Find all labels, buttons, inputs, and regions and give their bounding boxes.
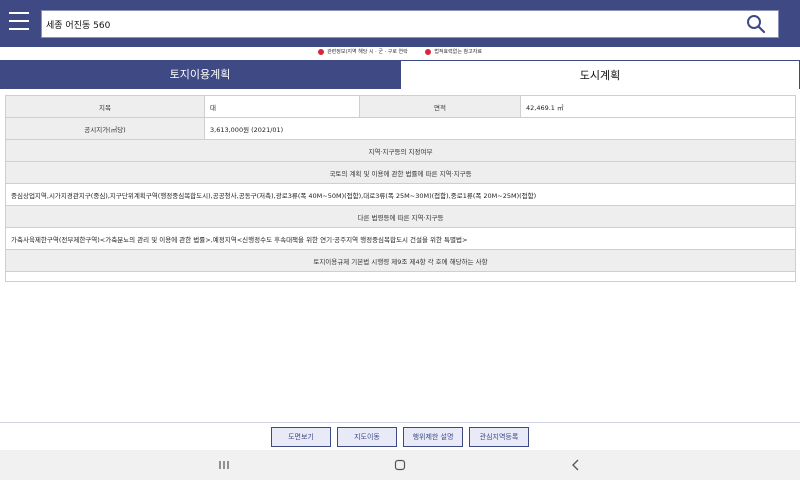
other-law-value: 가축사육제한구역(전부제한구역)<가축분뇨의 관리 및 이용에 관한 법률>,예… [5, 227, 796, 250]
interest-region-button[interactable]: 관심지역등록 [469, 427, 529, 447]
top-app-bar [0, 0, 800, 47]
exclamation-icon [318, 48, 325, 55]
system-nav-bar [0, 450, 800, 480]
enforcement-value [5, 271, 796, 282]
tab-urban-plan[interactable]: 도시계획 [400, 60, 800, 89]
other-law-header: 다른 법령등에 따른 지역·지구등 [5, 205, 796, 228]
national-law-header: 국토의 계획 및 이용에 관한 법률에 따른 지역·지구등 [5, 161, 796, 184]
notice-disclaimer: 법적효력없는 참고자료 [425, 46, 482, 58]
zoning-header: 지역·지구등의 지정여부 [5, 139, 796, 162]
home-icon[interactable] [392, 457, 408, 473]
notice-contact: 관련정보(지역 해당 시 · 군 · 구로 연락 [318, 46, 408, 58]
tab-bar: 토지이용계획 도시계획 [0, 60, 800, 89]
table-row: 가축사육제한구역(전부제한구역)<가축분뇨의 관리 및 이용에 관한 법률>,예… [5, 227, 796, 250]
price-label: 공시지가(㎡당) [5, 117, 205, 140]
bottom-action-bar: 도면보기 지도이동 행위제한 설명 관심지역등록 [0, 422, 800, 450]
search-box [41, 10, 779, 38]
exclamation-icon [425, 48, 432, 55]
table-row: 토지이용규제 기본법 시행령 제9조 제4항 각 호에 해당하는 사항 [5, 249, 796, 272]
national-law-value: 중심상업지역,시가지경관지구(중심),지구단위계획구역(행정중심복합도시),공공… [5, 183, 796, 206]
table-row: 중심상업지역,시가지경관지구(중심),지구단위계획구역(행정중심복합도시),공공… [5, 183, 796, 206]
notice-disclaimer-text: 법적효력없는 참고자료 [434, 49, 482, 55]
notice-line: 관련정보(지역 해당 시 · 군 · 구로 연락 법적효력없는 참고자료 [0, 46, 800, 58]
area-label: 면적 [359, 95, 521, 118]
search-input[interactable] [46, 14, 736, 34]
land-info-table: 지목 대 면적 42,469.1 ㎡ 공시지가(㎡당) 3,613,000원 (… [5, 95, 796, 282]
back-icon[interactable] [568, 457, 584, 473]
jimok-label: 지목 [5, 95, 205, 118]
price-value: 3,613,000원 (2021/01) [204, 117, 796, 140]
notice-contact-text: 관련정보(지역 해당 시 · 군 · 구로 연락 [327, 49, 408, 55]
map-view-button[interactable]: 도면보기 [271, 427, 331, 447]
table-row: 지역·지구등의 지정여부 [5, 139, 796, 162]
table-row [5, 271, 796, 282]
restriction-explain-button[interactable]: 행위제한 설명 [403, 427, 463, 447]
tab-land-use-plan[interactable]: 토지이용계획 [0, 60, 400, 89]
table-row: 공시지가(㎡당) 3,613,000원 (2021/01) [5, 117, 796, 140]
enforcement-header: 토지이용규제 기본법 시행령 제9조 제4항 각 호에 해당하는 사항 [5, 249, 796, 272]
area-value: 42,469.1 ㎡ [520, 95, 796, 118]
map-move-button[interactable]: 지도이동 [337, 427, 397, 447]
recent-apps-icon[interactable] [216, 457, 232, 473]
hamburger-menu-icon[interactable] [9, 12, 31, 32]
table-row: 지목 대 면적 42,469.1 ㎡ [5, 95, 796, 118]
table-row: 다른 법령등에 따른 지역·지구등 [5, 205, 796, 228]
table-row: 국토의 계획 및 이용에 관한 법률에 따른 지역·지구등 [5, 161, 796, 184]
jimok-value: 대 [204, 95, 360, 118]
search-icon[interactable] [746, 14, 766, 34]
